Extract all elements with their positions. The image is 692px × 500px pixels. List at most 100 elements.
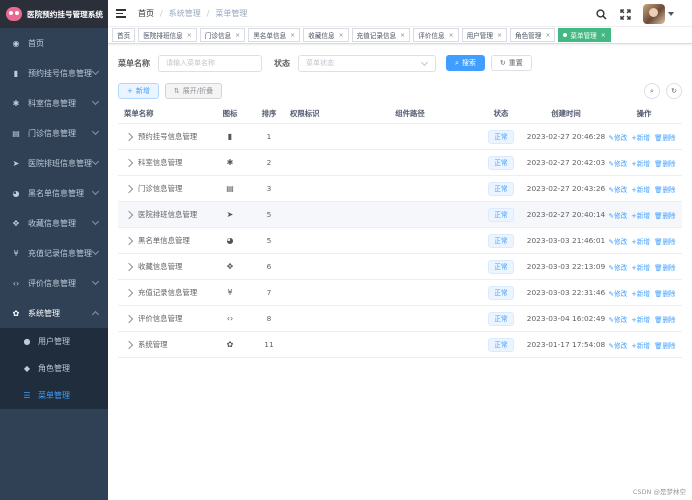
delete-button[interactable]: 🗑删除 <box>654 210 676 220</box>
table-row[interactable]: 系统管理 ✿ 11 正常 2023-01-17 17:54:08 ✎修改 +新增 🗑删除 <box>118 332 682 358</box>
logo[interactable]: 医院预约挂号管理系统 <box>0 0 108 28</box>
add-child-button[interactable]: +新增 <box>631 340 650 350</box>
add-child-button[interactable]: +新增 <box>631 184 650 194</box>
tab-item[interactable]: 评价信息 × <box>413 28 459 42</box>
close-icon[interactable]: × <box>235 32 240 39</box>
toggle-search-icon[interactable]: ⌕ <box>644 83 660 99</box>
add-button[interactable]: + 新增 <box>118 83 159 99</box>
table-row[interactable]: 收藏信息管理 ✥ 6 正常 2023-03-03 22:13:09 ✎修改 +新增 🗑删除 <box>118 254 682 280</box>
refresh-icon[interactable]: ↻ <box>666 83 682 99</box>
table-row[interactable]: 科室信息管理 ✱ 2 正常 2023-02-27 20:42:03 ✎修改 +新增 🗑删除 <box>118 150 682 176</box>
tab-item[interactable]: 角色管理 × <box>510 28 556 42</box>
delete-label: 删除 <box>662 185 676 194</box>
delete-button[interactable]: 🗑删除 <box>654 288 676 298</box>
tab-item[interactable]: 黑名单信息 × <box>248 28 301 42</box>
add-child-button[interactable]: +新增 <box>631 210 650 220</box>
edit-button[interactable]: ✎修改 <box>609 314 628 324</box>
close-icon[interactable]: × <box>290 32 295 39</box>
edit-button[interactable]: ✎修改 <box>609 158 628 168</box>
add-child-button[interactable]: +新增 <box>631 288 650 298</box>
expand-arrow-icon[interactable] <box>124 262 134 271</box>
menu-name-input[interactable]: 请输入菜单名称 <box>158 54 262 72</box>
table-row[interactable]: 医院排班信息管理 ➤ 5 正常 2023-02-27 20:40:14 ✎修改 +新增 🗑删除 <box>118 202 682 228</box>
caret-down-icon[interactable] <box>668 12 674 16</box>
close-icon[interactable]: × <box>497 32 502 39</box>
tab-label: 用户管理 <box>466 32 493 40</box>
tab-item[interactable]: 门诊信息 × <box>199 28 246 42</box>
delete-button[interactable]: 🗑删除 <box>654 132 676 142</box>
delete-button[interactable]: 🗑删除 <box>654 314 676 324</box>
sidebar-subitem[interactable]: ◆ 角色管理 <box>0 355 108 382</box>
close-icon[interactable]: × <box>601 32 606 39</box>
sidebar-subitem-label: 角色管理 <box>38 364 70 373</box>
add-child-button[interactable]: +新增 <box>631 314 650 324</box>
edit-button[interactable]: ✎修改 <box>609 262 628 272</box>
expand-arrow-icon[interactable] <box>124 184 134 193</box>
edit-button[interactable]: ✎修改 <box>609 340 628 350</box>
edit-button[interactable]: ✎修改 <box>609 236 628 246</box>
expand-arrow-icon[interactable] <box>124 158 134 167</box>
tab-item[interactable]: 充值记录信息 × <box>351 28 411 42</box>
fullscreen-icon[interactable] <box>619 8 631 20</box>
row-name: 预约挂号信息管理 <box>138 132 198 141</box>
sidebar-subitem[interactable]: ☰ 菜单管理 <box>0 382 108 409</box>
expand-collapse-button[interactable]: ⇅ 展开/折叠 <box>164 83 223 99</box>
breadcrumb-system[interactable]: 系统管理 <box>169 8 201 19</box>
tab-item[interactable]: 医院排班信息 × <box>138 28 197 42</box>
expand-arrow-icon[interactable] <box>124 132 134 141</box>
sidebar-item[interactable]: ▮ 预约挂号信息管理 <box>0 58 108 88</box>
close-icon[interactable]: × <box>400 32 405 39</box>
chevron-icon <box>91 127 100 136</box>
sidebar-item[interactable]: ‹› 评价信息管理 <box>0 268 108 298</box>
expand-arrow-icon[interactable] <box>124 340 134 349</box>
add-child-button[interactable]: +新增 <box>631 236 650 246</box>
expand-arrow-icon[interactable] <box>124 288 134 297</box>
add-child-button[interactable]: +新增 <box>631 132 650 142</box>
sidebar-item[interactable]: ✱ 科室信息管理 <box>0 88 108 118</box>
close-icon[interactable]: × <box>339 32 344 39</box>
delete-button[interactable]: 🗑删除 <box>654 340 676 350</box>
tab-item[interactable]: 用户管理 × <box>461 28 507 42</box>
reset-button[interactable]: ↻ 重置 <box>490 55 532 71</box>
search-icon[interactable] <box>595 8 607 20</box>
expand-arrow-icon[interactable] <box>124 236 134 245</box>
sidebar-subitem-label: 菜单管理 <box>38 391 70 400</box>
breadcrumb-home[interactable]: 首页 <box>138 8 154 19</box>
sidebar-item[interactable]: ✥ 收藏信息管理 <box>0 208 108 238</box>
tab-item[interactable]: 首页 <box>112 28 136 42</box>
search-button[interactable]: ⌕ 搜索 <box>446 55 485 71</box>
add-child-button[interactable]: +新增 <box>631 262 650 272</box>
edit-button[interactable]: ✎修改 <box>609 184 628 194</box>
sidebar-item[interactable]: ➤ 医院排班信息管理 <box>0 148 108 178</box>
expand-arrow-icon[interactable] <box>124 210 134 219</box>
delete-button[interactable]: 🗑删除 <box>654 184 676 194</box>
table-row[interactable]: 预约挂号信息管理 ▮ 1 正常 2023-02-27 20:46:28 ✎修改 +新增 🗑删除 <box>118 124 682 150</box>
sidebar-item[interactable]: ¥ 充值记录信息管理 <box>0 238 108 268</box>
hamburger-icon[interactable] <box>116 9 126 18</box>
table-row[interactable]: 充值记录信息管理 ¥7 正常 2023-03-03 22:31:46 ✎修改 +新增 🗑删除 <box>118 280 682 306</box>
table-row[interactable]: 评价信息管理 ‹› 8 正常 2023-03-04 16:02:49 ✎修改 +新增 🗑删除 <box>118 306 682 332</box>
menu-name-label: 菜单名称 <box>118 58 150 68</box>
expand-arrow-icon[interactable] <box>124 314 134 323</box>
status-select[interactable]: 菜单状态 <box>298 54 436 72</box>
sidebar-item[interactable]: ◉ 首页 <box>0 28 108 58</box>
edit-button[interactable]: ✎修改 <box>609 132 628 142</box>
table-row[interactable]: 黑名单信息管理 ◕ 5 正常 2023-03-03 21:46:01 ✎修改 +新增 🗑删除 <box>118 228 682 254</box>
add-child-button[interactable]: +新增 <box>631 158 650 168</box>
close-icon[interactable]: × <box>545 32 550 39</box>
close-icon[interactable]: × <box>449 32 454 39</box>
delete-button[interactable]: 🗑删除 <box>654 158 676 168</box>
sidebar-item[interactable]: ◕ 黑名单信息管理 <box>0 178 108 208</box>
delete-button[interactable]: 🗑删除 <box>654 262 676 272</box>
edit-button[interactable]: ✎修改 <box>609 288 628 298</box>
tab-active[interactable]: 菜单管理 × <box>558 28 611 42</box>
edit-button[interactable]: ✎修改 <box>609 210 628 220</box>
sidebar-subitem[interactable]: ● 用户管理 <box>0 328 108 355</box>
sidebar-item[interactable]: ▤ 门诊信息管理 <box>0 118 108 148</box>
tab-item[interactable]: 收藏信息 × <box>303 28 349 42</box>
close-icon[interactable]: × <box>187 32 192 39</box>
avatar[interactable] <box>643 4 665 24</box>
delete-button[interactable]: 🗑删除 <box>654 236 676 246</box>
sidebar-item[interactable]: ✿ 系统管理 <box>0 298 108 328</box>
table-row[interactable]: 门诊信息管理 ▤ 3 正常 2023-02-27 20:43:26 ✎修改 +新增 🗑删除 <box>118 176 682 202</box>
